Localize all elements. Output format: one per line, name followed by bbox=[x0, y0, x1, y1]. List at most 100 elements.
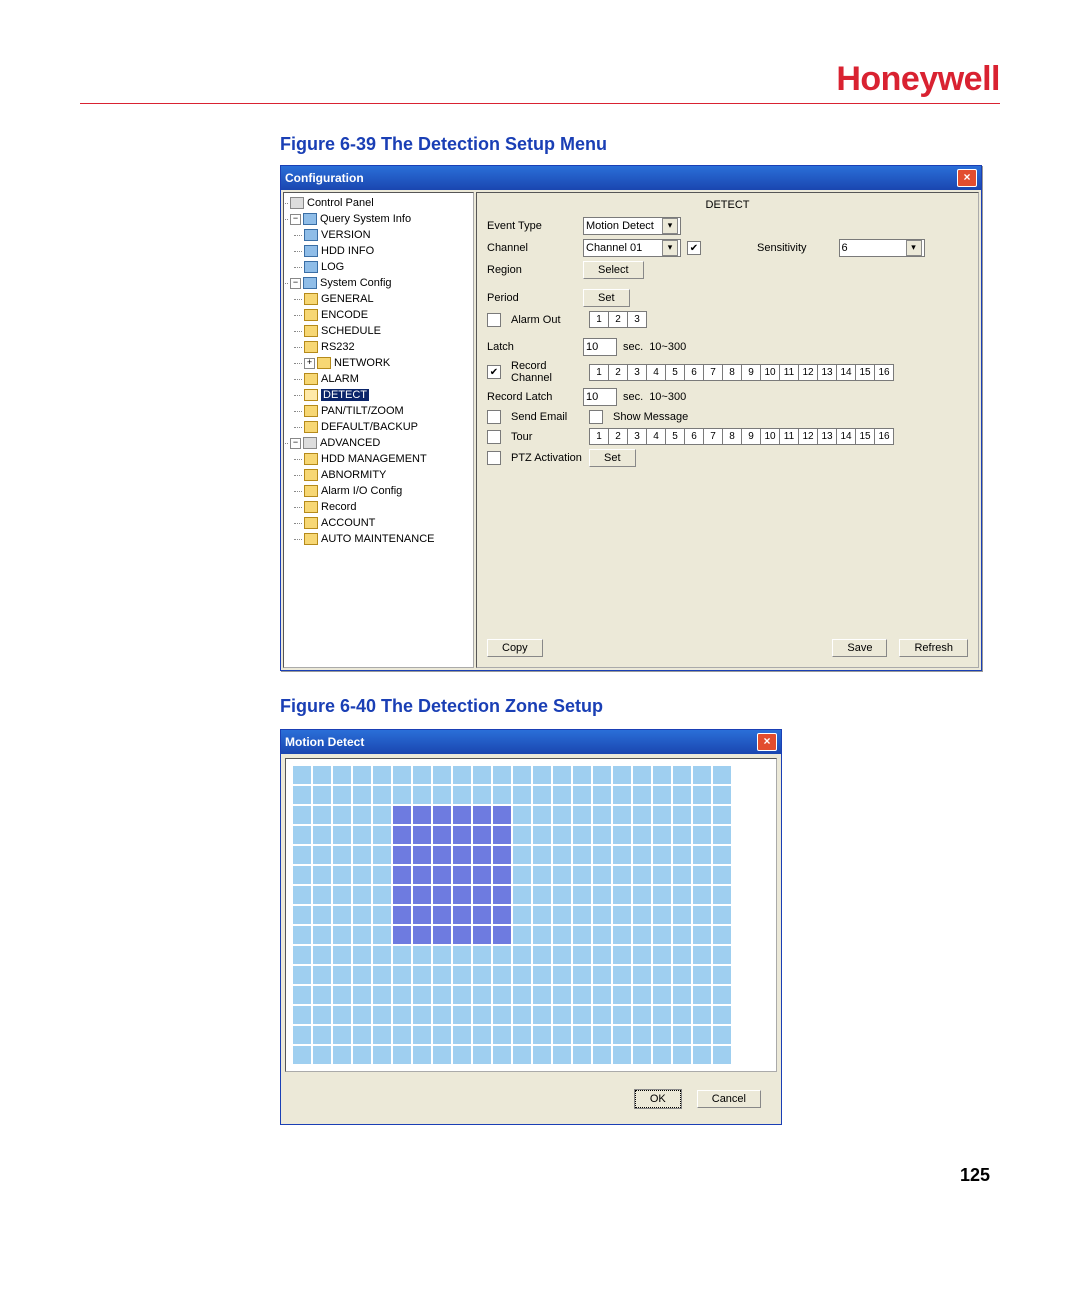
channel-toggle[interactable]: 3 bbox=[628, 429, 647, 444]
zone-cell[interactable] bbox=[292, 865, 312, 885]
zone-cell[interactable] bbox=[452, 1045, 472, 1065]
zone-cell[interactable] bbox=[672, 765, 692, 785]
zone-cell[interactable] bbox=[532, 885, 552, 905]
zone-cell[interactable] bbox=[372, 985, 392, 1005]
zone-cell[interactable] bbox=[692, 1045, 712, 1065]
zone-cell[interactable] bbox=[412, 785, 432, 805]
zone-cell[interactable] bbox=[712, 805, 732, 825]
zone-cell[interactable] bbox=[472, 865, 492, 885]
channel-toggle[interactable]: 2 bbox=[609, 365, 628, 380]
zone-cell[interactable] bbox=[692, 865, 712, 885]
tree-schedule[interactable]: SCHEDULE bbox=[321, 325, 381, 337]
zone-cell[interactable] bbox=[572, 805, 592, 825]
zone-cell[interactable] bbox=[652, 845, 672, 865]
zone-cell[interactable] bbox=[612, 1005, 632, 1025]
ok-button[interactable]: OK bbox=[635, 1090, 681, 1108]
zone-cell[interactable] bbox=[592, 885, 612, 905]
zone-cell[interactable] bbox=[332, 1045, 352, 1065]
zone-cell[interactable] bbox=[312, 905, 332, 925]
zone-cell[interactable] bbox=[552, 1025, 572, 1045]
zone-cell[interactable] bbox=[492, 925, 512, 945]
zone-cell[interactable] bbox=[352, 945, 372, 965]
zone-cell[interactable] bbox=[372, 945, 392, 965]
zone-cell[interactable] bbox=[632, 865, 652, 885]
channel-toggle[interactable]: 1 bbox=[590, 429, 609, 444]
zone-cell[interactable] bbox=[572, 1045, 592, 1065]
zone-cell[interactable] bbox=[412, 1025, 432, 1045]
zone-cell[interactable] bbox=[632, 785, 652, 805]
zone-cell[interactable] bbox=[652, 805, 672, 825]
zone-cell[interactable] bbox=[492, 885, 512, 905]
zone-cell[interactable] bbox=[612, 825, 632, 845]
zone-cell[interactable] bbox=[432, 865, 452, 885]
zone-cell[interactable] bbox=[432, 885, 452, 905]
zone-cell[interactable] bbox=[632, 885, 652, 905]
zone-cell[interactable] bbox=[552, 805, 572, 825]
zone-cell[interactable] bbox=[432, 1005, 452, 1025]
zone-cell[interactable] bbox=[532, 945, 552, 965]
zone-cell[interactable] bbox=[692, 945, 712, 965]
zone-cell[interactable] bbox=[372, 765, 392, 785]
zone-cell[interactable] bbox=[712, 965, 732, 985]
zone-cell[interactable] bbox=[712, 785, 732, 805]
expand-icon[interactable]: − bbox=[290, 278, 301, 289]
tree-system-config[interactable]: System Config bbox=[320, 277, 392, 289]
zone-cell[interactable] bbox=[552, 825, 572, 845]
zone-cell[interactable] bbox=[672, 885, 692, 905]
zone-cell[interactable] bbox=[392, 965, 412, 985]
zone-cell[interactable] bbox=[432, 945, 452, 965]
zone-cell[interactable] bbox=[612, 965, 632, 985]
zone-cell[interactable] bbox=[632, 925, 652, 945]
zone-cell[interactable] bbox=[292, 945, 312, 965]
zone-cell[interactable] bbox=[412, 805, 432, 825]
zone-cell[interactable] bbox=[452, 925, 472, 945]
zone-cell[interactable] bbox=[512, 865, 532, 885]
save-button[interactable]: Save bbox=[832, 639, 887, 657]
zone-cell[interactable] bbox=[392, 905, 412, 925]
channel-toggle[interactable]: 15 bbox=[856, 429, 875, 444]
zone-cell[interactable] bbox=[692, 845, 712, 865]
zone-cell[interactable] bbox=[392, 845, 412, 865]
zone-cell[interactable] bbox=[432, 825, 452, 845]
zone-cell[interactable] bbox=[612, 765, 632, 785]
zone-cell[interactable] bbox=[592, 965, 612, 985]
zone-cell[interactable] bbox=[492, 845, 512, 865]
zone-cell[interactable] bbox=[552, 865, 572, 885]
zone-cell[interactable] bbox=[392, 885, 412, 905]
zone-cell[interactable] bbox=[452, 1005, 472, 1025]
channel-toggle[interactable]: 4 bbox=[647, 429, 666, 444]
copy-button[interactable]: Copy bbox=[487, 639, 543, 657]
zone-cell[interactable] bbox=[532, 905, 552, 925]
zone-cell[interactable] bbox=[372, 885, 392, 905]
zone-cell[interactable] bbox=[392, 1025, 412, 1045]
zone-cell[interactable] bbox=[452, 965, 472, 985]
zone-cell[interactable] bbox=[692, 965, 712, 985]
zone-cell[interactable] bbox=[672, 1025, 692, 1045]
zone-cell[interactable] bbox=[652, 825, 672, 845]
zone-cell[interactable] bbox=[712, 1045, 732, 1065]
zone-cell[interactable] bbox=[652, 1025, 672, 1045]
zone-cell[interactable] bbox=[432, 965, 452, 985]
channel-toggle[interactable]: 15 bbox=[856, 365, 875, 380]
zone-cell[interactable] bbox=[312, 785, 332, 805]
zone-cell[interactable] bbox=[612, 1025, 632, 1045]
event-type-dropdown[interactable]: Motion Detect▾ bbox=[583, 217, 681, 235]
zone-cell[interactable] bbox=[292, 985, 312, 1005]
zone-cell[interactable] bbox=[692, 825, 712, 845]
channel-toggle[interactable]: 3 bbox=[628, 312, 646, 327]
zone-cell[interactable] bbox=[352, 845, 372, 865]
zone-cell[interactable] bbox=[312, 925, 332, 945]
zone-cell[interactable] bbox=[332, 1005, 352, 1025]
zone-cell[interactable] bbox=[692, 985, 712, 1005]
zone-cell[interactable] bbox=[532, 965, 552, 985]
record-channel-strip[interactable]: 12345678910111213141516 bbox=[589, 364, 894, 381]
zone-cell[interactable] bbox=[492, 805, 512, 825]
zone-cell[interactable] bbox=[292, 965, 312, 985]
zone-cell[interactable] bbox=[632, 805, 652, 825]
zone-cell[interactable] bbox=[292, 805, 312, 825]
zone-cell[interactable] bbox=[552, 905, 572, 925]
zone-cell[interactable] bbox=[612, 1045, 632, 1065]
zone-cell[interactable] bbox=[592, 785, 612, 805]
zone-cell[interactable] bbox=[592, 805, 612, 825]
zone-cell[interactable] bbox=[512, 945, 532, 965]
